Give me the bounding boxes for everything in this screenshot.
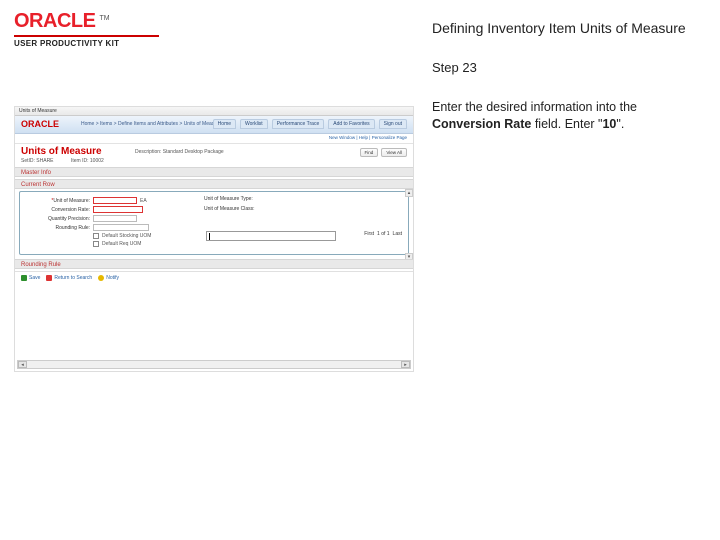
text-cursor-icon: [209, 233, 210, 240]
rounding-rule-label: Rounding Rule:: [24, 225, 90, 231]
brand-block: ORACLE TM: [14, 10, 420, 33]
section-rounding-rule: Rounding Rule: [15, 259, 413, 269]
nav-count: 1 of 1: [377, 231, 390, 237]
convrate-left-input[interactable]: [93, 206, 143, 213]
horizontal-scrollbar[interactable]: ◂ ▸: [17, 360, 411, 369]
nav-last[interactable]: Last: [393, 231, 402, 237]
app-header: ORACLE Home > Items > Define Items and A…: [15, 116, 413, 134]
notify-button[interactable]: Notify: [98, 275, 119, 281]
qty-precision-label: Quantity Precision:: [24, 216, 90, 222]
tab-worklist[interactable]: Worklist: [240, 119, 268, 129]
instr-post: ".: [616, 117, 624, 131]
qty-precision-input[interactable]: [93, 215, 137, 222]
header-tabs: Home Worklist Performance Trace Add to F…: [213, 119, 407, 129]
breadcrumb: Home > Items > Define Items and Attribut…: [81, 121, 221, 127]
window-title: Units of Measure: [19, 108, 57, 114]
instr-value: 10: [602, 117, 616, 131]
conversion-rate-input[interactable]: [206, 231, 336, 241]
nav-first[interactable]: First: [364, 231, 374, 237]
tab-signout[interactable]: Sign out: [379, 119, 407, 129]
meta-setid: SetID: SHARE: [21, 158, 54, 164]
default-stocking-checkbox[interactable]: [93, 233, 99, 239]
meta-description: Description: Standard Desktop Package: [135, 149, 224, 155]
uom-value: EA: [140, 198, 147, 204]
rounding-rule-select[interactable]: [93, 224, 149, 231]
step-label: Step 23: [432, 60, 700, 75]
viewall-button[interactable]: View All: [381, 148, 407, 157]
save-icon: [21, 275, 27, 281]
notify-icon: [98, 275, 104, 281]
page-heading-block: Units of Measure SetID: SHARE Item ID: 1…: [15, 144, 413, 166]
return-to-search-button[interactable]: Return to Search: [46, 275, 92, 281]
step-instruction: Enter the desired information into the C…: [432, 99, 700, 133]
sub-header: New Window | Help | Personalize Page: [15, 134, 413, 144]
embedded-screenshot: Units of Measure ORACLE Home > Items > D…: [14, 106, 414, 372]
section-current-row: Current Row: [15, 179, 413, 189]
page-title: Units of Measure: [21, 146, 102, 157]
section-master-info: Master Info: [15, 167, 413, 177]
oracle-logo-text: ORACLE: [14, 10, 95, 33]
current-row-panel: *Unit of Measure: EA Conversion Rate: Qu…: [19, 191, 409, 255]
tab-fav[interactable]: Add to Favorites: [328, 119, 374, 129]
instr-mid: field. Enter ": [531, 117, 602, 131]
uom-label: *Unit of Measure:: [24, 198, 90, 204]
uom-class-label: Unit of Measure Class:: [204, 206, 404, 212]
default-req-checkbox[interactable]: [93, 241, 99, 247]
panel-side-controls: ▴ ▾: [405, 189, 413, 317]
trademark-symbol: TM: [99, 15, 109, 22]
collapse-up-icon[interactable]: ▴: [405, 189, 413, 197]
tab-home[interactable]: Home: [213, 119, 236, 129]
save-button[interactable]: Save: [21, 275, 40, 281]
find-button[interactable]: Find: [360, 148, 379, 157]
uom-type-label: Unit of Measure Type:: [204, 196, 404, 202]
window-titlebar: Units of Measure: [15, 107, 413, 116]
meta-itemid: Item ID: 10002: [71, 158, 104, 164]
upk-label: USER PRODUCTIVITY KIT: [14, 39, 420, 48]
default-req-label: Default Req UOM: [102, 241, 141, 247]
instr-pre: Enter the desired information into the: [432, 100, 637, 114]
form-action-bar: Save Return to Search Notify: [15, 271, 413, 283]
uom-input[interactable]: [93, 197, 137, 204]
row-nav: First 1 of 1 Last: [364, 231, 402, 237]
brand-divider: [14, 35, 159, 37]
subheader-links[interactable]: New Window | Help | Personalize Page: [329, 135, 407, 140]
scroll-right-icon[interactable]: ▸: [401, 361, 410, 368]
convrate-left-label: Conversion Rate:: [24, 207, 90, 213]
instr-field-name: Conversion Rate: [432, 117, 531, 131]
tab-perf[interactable]: Performance Trace: [272, 119, 325, 129]
mini-oracle-logo: ORACLE: [21, 119, 59, 129]
default-stocking-label: Default Stocking UOM: [102, 233, 151, 239]
scroll-left-icon[interactable]: ◂: [18, 361, 27, 368]
topic-title: Defining Inventory Item Units of Measure: [432, 20, 700, 36]
return-icon: [46, 275, 52, 281]
